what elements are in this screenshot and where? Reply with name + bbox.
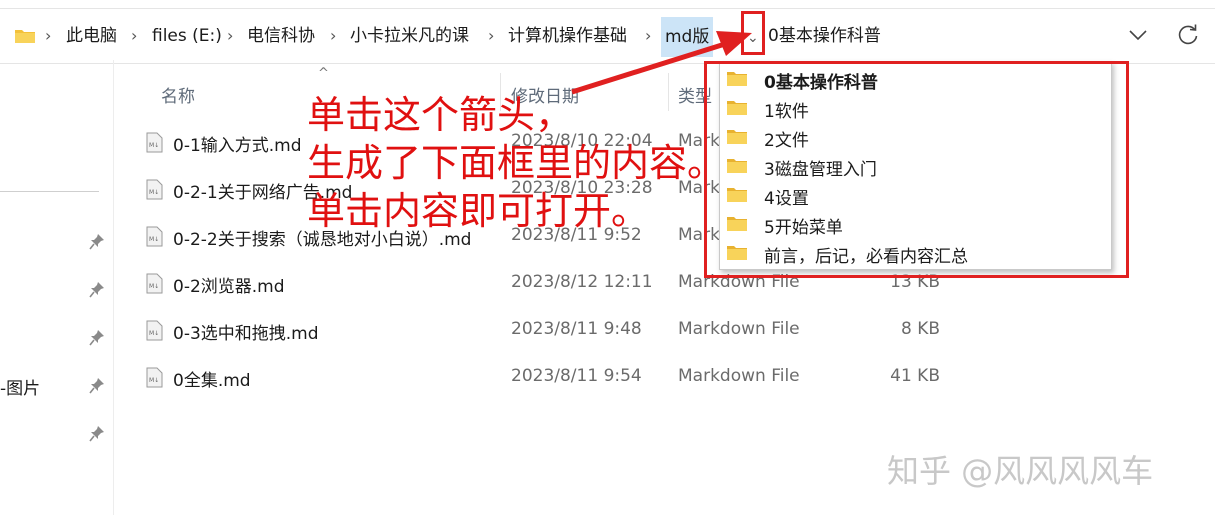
pin-icon[interactable] xyxy=(89,281,105,299)
file-size: 41 KB xyxy=(890,366,940,386)
pin-icon[interactable] xyxy=(89,233,105,251)
breadcrumb-dianxinkexie[interactable]: 电信科协 xyxy=(247,25,315,47)
annotation-highlight-box xyxy=(704,61,1129,278)
file-type: Markdown File xyxy=(678,319,800,339)
file-name: 0全集.md xyxy=(173,371,251,391)
breadcrumb-computer-basics[interactable]: 计算机操作基础 xyxy=(508,25,627,47)
sort-ascending-icon: ^ xyxy=(318,66,329,81)
column-header-name[interactable]: 名称 xyxy=(161,82,195,107)
file-date: 2023/8/11 9:48 xyxy=(511,319,642,339)
chevron-right-icon[interactable]: › xyxy=(488,25,494,47)
markdown-file-icon: M↓ xyxy=(146,320,163,341)
chevron-right-icon[interactable]: › xyxy=(227,25,233,47)
breadcrumb-md-version[interactable]: md版 xyxy=(661,17,714,57)
svg-text:M↓: M↓ xyxy=(149,283,159,290)
chevron-right-icon: › xyxy=(45,26,52,45)
svg-text:M↓: M↓ xyxy=(149,377,159,384)
svg-text:M↓: M↓ xyxy=(149,330,159,337)
pin-icon[interactable] xyxy=(89,377,105,395)
breadcrumb-course[interactable]: 小卡拉米凡的课 xyxy=(350,25,469,47)
file-date: 2023/8/11 9:54 xyxy=(511,366,642,386)
markdown-file-icon: M↓ xyxy=(146,367,163,388)
nav-item-pictures[interactable]: -图片 xyxy=(0,374,40,399)
file-size: 8 KB xyxy=(900,319,940,339)
file-type: Markdown File xyxy=(678,366,800,386)
breadcrumb-drive-e[interactable]: files (E:) xyxy=(152,25,222,47)
annotation-text: 单击内容即可打开。 xyxy=(307,189,650,233)
chevron-right-icon[interactable]: › xyxy=(330,25,336,47)
file-name: 0-3选中和拖拽.md xyxy=(173,324,319,344)
markdown-file-icon: M↓ xyxy=(146,226,163,247)
file-name: 0-2浏览器.md xyxy=(173,277,285,297)
chevron-right-icon[interactable]: › xyxy=(645,25,651,47)
refresh-icon[interactable] xyxy=(1175,22,1201,48)
svg-text:M↓: M↓ xyxy=(149,189,159,196)
file-date: 2023/8/12 12:11 xyxy=(511,272,653,292)
markdown-file-icon: M↓ xyxy=(146,132,163,153)
pin-icon[interactable] xyxy=(89,329,105,347)
pin-icon[interactable] xyxy=(89,425,105,443)
file-row[interactable]: M↓ 0全集.md 2023/8/11 9:54 Markdown File 4… xyxy=(140,363,960,393)
file-name: 0-1输入方式.md xyxy=(173,136,302,156)
chevron-down-icon[interactable] xyxy=(1126,23,1150,47)
markdown-file-icon: M↓ xyxy=(146,179,163,200)
column-divider[interactable] xyxy=(668,73,669,111)
address-bar[interactable]: › 此电脑 › files (E:) › 电信科协 › 小卡拉米凡的课 › 计算… xyxy=(0,8,1215,64)
svg-text:M↓: M↓ xyxy=(149,142,159,149)
watermark: 知乎 @风风风风车 xyxy=(887,452,1154,490)
folder-icon xyxy=(15,30,35,43)
nav-divider xyxy=(0,191,99,192)
chevron-right-icon[interactable]: › xyxy=(131,25,137,47)
annotation-highlight-box xyxy=(741,11,765,55)
breadcrumb-this-pc[interactable]: 此电脑 xyxy=(66,25,117,47)
annotation-text: 生成了下面框里的内容。 xyxy=(307,141,726,185)
pane-splitter[interactable] xyxy=(113,60,114,515)
file-row[interactable]: M↓ 0-3选中和拖拽.md 2023/8/11 9:48 Markdown F… xyxy=(140,316,960,346)
breadcrumb-current[interactable]: 0基本操作科普 xyxy=(768,25,881,47)
annotation-text: 单击这个箭头， xyxy=(307,93,574,137)
svg-text:M↓: M↓ xyxy=(149,236,159,243)
markdown-file-icon: M↓ xyxy=(146,273,163,294)
